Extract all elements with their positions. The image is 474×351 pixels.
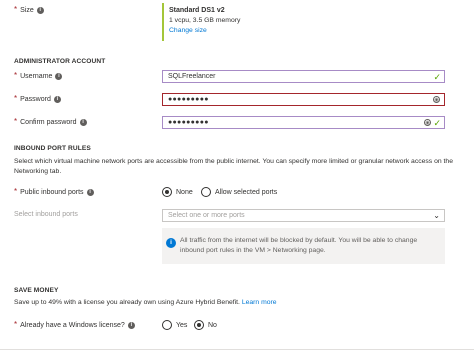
admin-section-heading: ADMINISTRATOR ACCOUNT [14, 58, 106, 65]
check-icon: ✓ [433, 118, 441, 128]
save-money-description-row: Save up to 49% with a license you alread… [14, 298, 277, 308]
radio-none-control[interactable] [162, 187, 172, 197]
info-banner-text: All traffic from the internet will be bl… [180, 237, 418, 254]
info-icon[interactable]: i [36, 6, 44, 14]
username-label-row: * Username i [14, 71, 63, 80]
radio-allow-control[interactable] [201, 187, 211, 197]
info-icon[interactable]: i [79, 118, 87, 126]
required-asterisk: * [14, 187, 18, 196]
password-label: Password [20, 95, 51, 103]
radio-allow-selected-ports[interactable]: Allow selected ports [201, 187, 277, 197]
password-label-row: * Password i [14, 95, 61, 103]
reveal-password-icon[interactable]: ◉ [433, 96, 440, 103]
public-ports-label-row: * Public inbound ports i [14, 188, 94, 196]
size-summary: Standard DS1 v2 1 vcpu, 3.5 GB memory Ch… [162, 3, 302, 41]
info-circle-icon: i [166, 238, 176, 248]
inbound-description: Select which virtual machine network por… [14, 158, 453, 175]
select-ports-placeholder: Select one or more ports [168, 212, 245, 219]
radio-no[interactable]: No [194, 320, 217, 330]
confirm-password-label-row: * Confirm password i [14, 118, 87, 126]
save-money-description: Save up to 49% with a license you alread… [14, 299, 240, 306]
select-ports-dropdown[interactable]: Select one or more ports ⌄ [162, 209, 445, 222]
radio-none-label: None [176, 188, 193, 196]
required-asterisk: * [14, 117, 18, 126]
required-asterisk: * [14, 320, 18, 329]
radio-yes-label: Yes [176, 321, 188, 329]
bottom-divider [0, 349, 474, 350]
username-value: SQLFreelancer [168, 73, 216, 80]
change-size-link[interactable]: Change size [169, 27, 302, 34]
learn-more-link[interactable]: Learn more [242, 299, 277, 306]
password-value: ●●●●●●●●● [168, 96, 209, 103]
size-name: Standard DS1 v2 [169, 7, 225, 14]
radio-none[interactable]: None [162, 187, 193, 197]
radio-yes-control[interactable] [162, 320, 172, 330]
password-field[interactable]: ●●●●●●●●● ◉ [162, 93, 445, 106]
required-asterisk: * [14, 94, 18, 103]
confirm-password-label: Confirm password [20, 118, 77, 126]
confirm-password-value: ●●●●●●●●● [168, 119, 209, 126]
username-field[interactable]: SQLFreelancer ✓ [162, 70, 445, 83]
required-asterisk: * [14, 71, 18, 80]
size-label: Size [20, 6, 34, 14]
info-icon[interactable]: i [127, 321, 135, 329]
inbound-section-heading: INBOUND PORT RULES [14, 145, 91, 152]
license-label: Already have a Windows license? [20, 321, 125, 329]
size-detail: 1 vcpu, 3.5 GB memory [169, 17, 241, 24]
info-icon[interactable]: i [53, 95, 61, 103]
radio-yes[interactable]: Yes [162, 320, 187, 330]
info-banner: i All traffic from the internet will be … [162, 228, 445, 264]
confirm-password-field[interactable]: ●●●●●●●●● ◉ ✓ [162, 116, 445, 129]
save-money-heading: SAVE MONEY [14, 287, 59, 294]
size-label-row: * Size i [14, 6, 44, 14]
radio-no-control[interactable] [194, 320, 204, 330]
required-asterisk: * [14, 5, 18, 14]
info-icon[interactable]: i [86, 188, 94, 196]
radio-allow-label: Allow selected ports [215, 188, 278, 196]
select-ports-label: Select inbound ports [14, 211, 78, 218]
license-label-row: * Already have a Windows license? i [14, 321, 135, 329]
public-ports-label: Public inbound ports [20, 188, 84, 196]
reveal-password-icon[interactable]: ◉ [424, 119, 431, 126]
username-label: Username [20, 72, 53, 80]
check-icon: ✓ [433, 72, 441, 82]
chevron-down-icon: ⌄ [433, 211, 440, 220]
radio-no-label: No [208, 321, 217, 329]
info-icon[interactable]: i [55, 72, 63, 80]
